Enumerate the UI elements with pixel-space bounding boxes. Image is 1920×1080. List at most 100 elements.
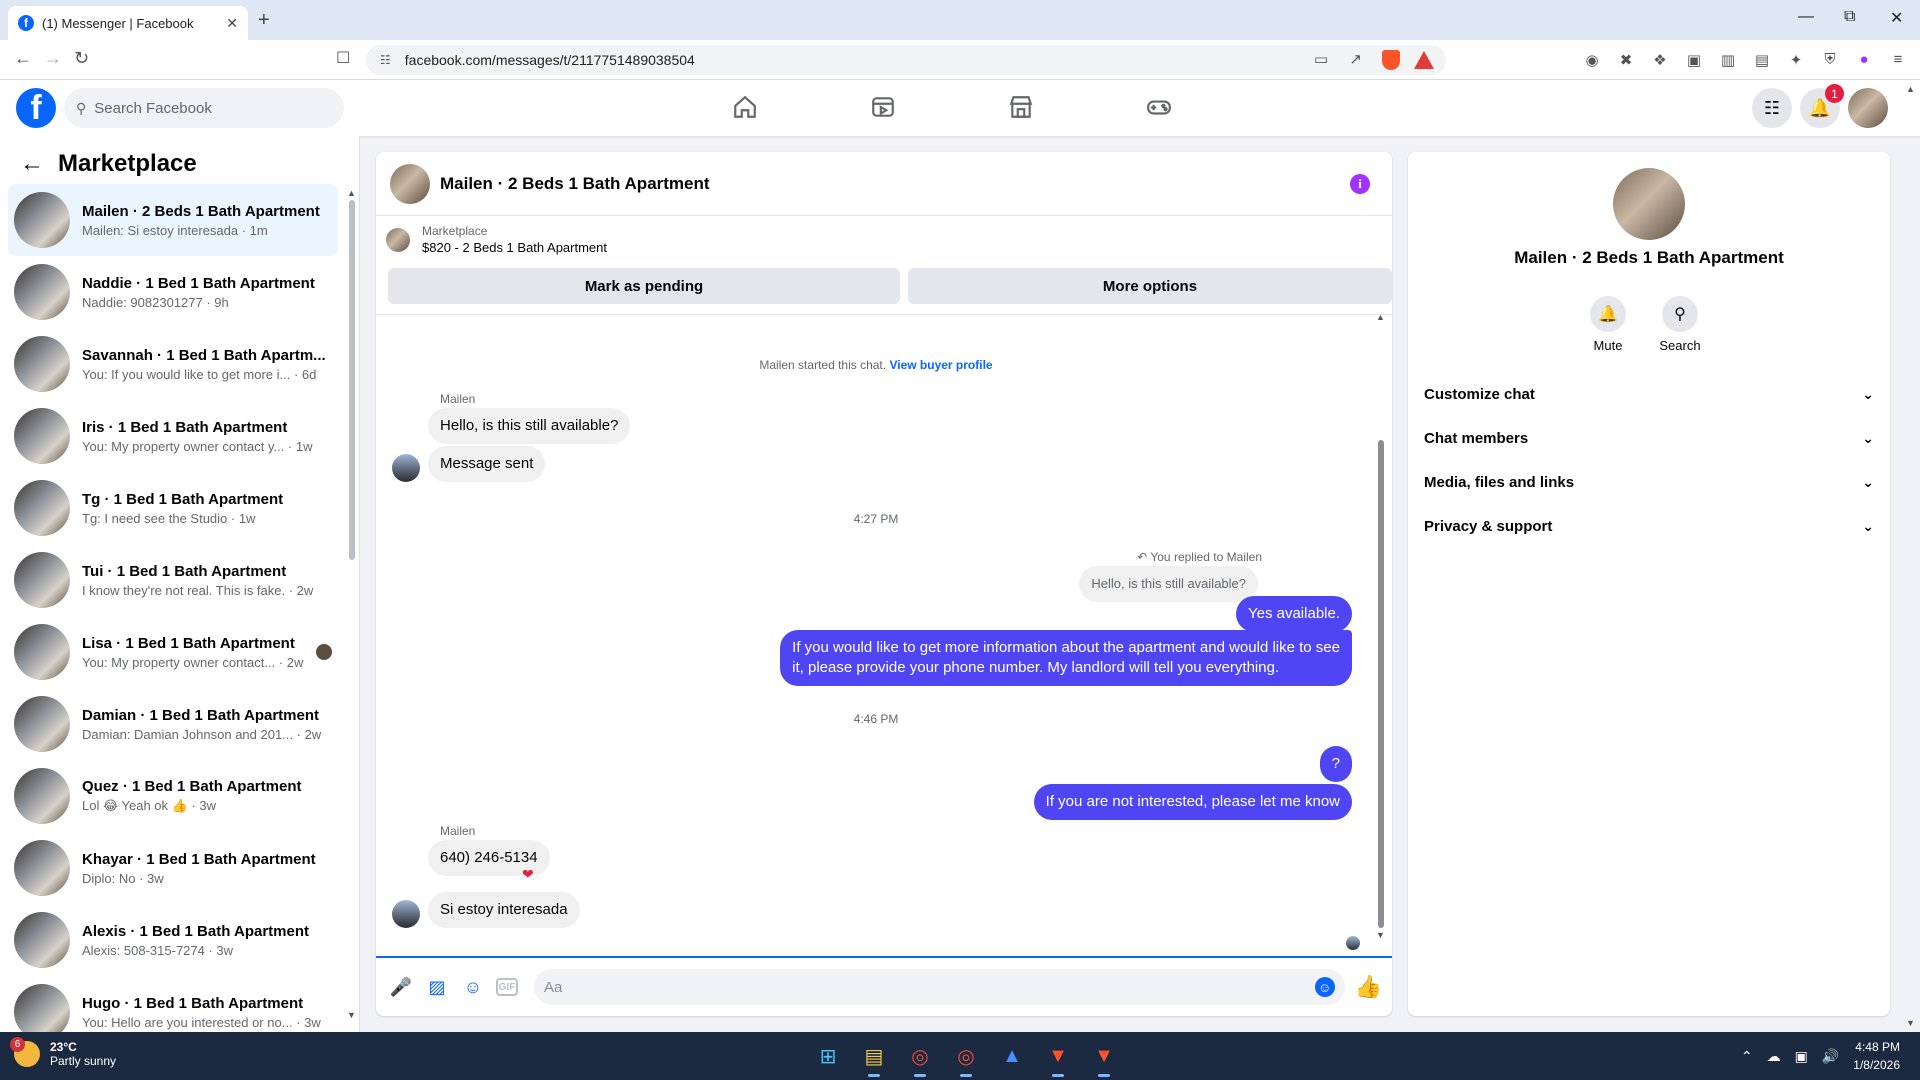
onedrive-icon[interactable]: ☁ xyxy=(1767,1048,1781,1065)
scrollbar-thumb[interactable] xyxy=(349,200,355,560)
chrome-icon[interactable]: ◎ xyxy=(904,1040,936,1077)
privacy-support-section[interactable]: Privacy & support ⌄ xyxy=(1424,506,1874,546)
minimize-icon[interactable]: — xyxy=(1798,8,1814,26)
extension-icon[interactable]: ◉ xyxy=(1582,51,1602,69)
address-bar[interactable]: ☷ facebook.com/messages/t/21177514890385… xyxy=(366,45,1446,75)
brave-browser-icon[interactable]: ▼ xyxy=(1042,1040,1074,1077)
maximize-icon[interactable]: ⧉ xyxy=(1844,8,1855,26)
file-explorer-icon[interactable]: ▤ xyxy=(858,1040,890,1077)
tab-capture-icon[interactable]: ▣ xyxy=(1684,51,1704,69)
bookmark-icon[interactable]: ☐ xyxy=(336,48,350,68)
more-options-button[interactable]: More options xyxy=(908,268,1392,304)
forward-icon[interactable]: → xyxy=(44,48,62,69)
tray-overflow-icon[interactable]: ⌃ xyxy=(1741,1048,1753,1065)
close-window-icon[interactable]: ✕ xyxy=(1890,8,1903,28)
sender-avatar[interactable] xyxy=(392,900,420,928)
menu-icon[interactable]: ≡ xyxy=(1888,51,1908,68)
extension-icon[interactable]: ✖ xyxy=(1616,51,1636,69)
chat-avatar[interactable] xyxy=(390,163,430,204)
back-icon[interactable]: ← xyxy=(14,48,32,69)
incoming-message[interactable]: Message sent xyxy=(428,446,546,482)
incoming-message[interactable]: Hello, is this still available? xyxy=(428,408,631,444)
outgoing-message[interactable]: If you are not interested, please let me… xyxy=(1033,784,1352,820)
network-icon[interactable]: ▣ xyxy=(1795,1048,1808,1065)
conversation-item[interactable]: Iris · 1 Bed 1 Bath Apartment You: My pro… xyxy=(8,400,338,472)
conversation-avatar[interactable] xyxy=(1613,168,1685,240)
browser-tab[interactable]: f (1) Messenger | Facebook ✕ xyxy=(8,6,248,40)
chrome-profile-icon[interactable]: ◎ xyxy=(950,1040,982,1077)
brave-shield-icon[interactable] xyxy=(1382,50,1400,73)
info-icon[interactable]: i xyxy=(1350,174,1370,194)
page-scroll-up-icon[interactable]: ▲ xyxy=(1906,84,1915,94)
thumbs-up-icon[interactable]: 👍 xyxy=(1355,974,1382,1000)
start-icon[interactable]: ⊞ xyxy=(812,1040,844,1072)
home-icon[interactable] xyxy=(730,94,760,122)
outgoing-message[interactable]: ? xyxy=(1319,746,1352,782)
scroll-up-icon[interactable]: ▲ xyxy=(347,188,356,198)
photo-icon[interactable]: ▨ xyxy=(424,974,450,1000)
vpn-icon[interactable]: ⛨ xyxy=(1820,51,1840,68)
conversation-item[interactable]: Mailen · 2 Beds 1 Bath Apartment Mailen: … xyxy=(8,184,338,256)
page-scroll-down-icon[interactable]: ▼ xyxy=(1906,1018,1915,1028)
cast-icon[interactable]: ▭ xyxy=(1314,50,1328,68)
account-avatar[interactable] xyxy=(1848,88,1888,128)
conversation-item[interactable]: Damian · 1 Bed 1 Bath Apartment Damian: D… xyxy=(8,688,338,760)
volume-icon[interactable]: 🔊 xyxy=(1822,1048,1839,1065)
scroll-up-icon[interactable]: ▲ xyxy=(1376,312,1385,322)
outgoing-message[interactable]: If you would like to get more informatio… xyxy=(780,630,1352,686)
notifications-button[interactable]: 🔔 1 xyxy=(1800,84,1844,128)
share-icon[interactable]: ↗ xyxy=(1349,50,1362,68)
app-icon[interactable]: ▲ xyxy=(996,1040,1028,1072)
url-text[interactable]: facebook.com/messages/t/2117751489038504 xyxy=(405,52,695,68)
scroll-down-icon[interactable]: ▼ xyxy=(1376,930,1385,940)
chat-scrollbar[interactable]: ▲ ▼ xyxy=(1376,312,1386,940)
profile-icon[interactable]: ● xyxy=(1854,51,1874,68)
gif-icon[interactable]: GIF xyxy=(496,978,518,996)
emoji-icon[interactable]: ☺ xyxy=(1314,977,1335,997)
menu-grid-button[interactable]: ☷ xyxy=(1752,88,1792,128)
microphone-icon[interactable]: 🎤 xyxy=(388,974,414,1000)
conversation-item[interactable]: Savannah · 1 Bed 1 Bath Apartm... You: If… xyxy=(8,328,338,400)
weather-widget[interactable]: 6 23°C Partly sunny xyxy=(10,1037,116,1068)
conversation-item[interactable]: Naddie · 1 Bed 1 Bath Apartment Naddie: 9… xyxy=(8,256,338,328)
extensions-puzzle-icon[interactable]: ❖ xyxy=(1650,51,1670,69)
search-input[interactable] xyxy=(94,99,315,117)
view-buyer-profile-link[interactable]: View buyer profile xyxy=(889,358,992,372)
incoming-message[interactable]: Si estoy interesada xyxy=(428,892,580,928)
conversation-item[interactable]: Tui · 1 Bed 1 Bath Apartment I know they'… xyxy=(8,544,338,616)
heart-reaction-icon[interactable]: ❤ xyxy=(522,866,534,883)
outgoing-message[interactable]: Yes available. xyxy=(1235,596,1352,632)
clock[interactable]: 4:48 PM 1/8/2026 xyxy=(1853,1038,1900,1074)
media-files-links-section[interactable]: Media, files and links ⌄ xyxy=(1424,462,1874,502)
back-arrow-icon[interactable]: ← xyxy=(20,150,44,178)
mute-button[interactable]: 🔔 Mute xyxy=(1578,296,1638,353)
brave-browser-profile-icon[interactable]: ▼ xyxy=(1088,1040,1120,1077)
conversation-item[interactable]: Khayar · 1 Bed 1 Bath Apartment Diplo: No… xyxy=(8,832,338,904)
leo-ai-icon[interactable]: ✦ xyxy=(1786,51,1806,69)
chat-members-section[interactable]: Chat members ⌄ xyxy=(1424,418,1874,458)
sidebar-scrollbar[interactable]: ▲ ▼ xyxy=(347,188,356,1020)
chat-title[interactable]: Mailen · 2 Beds 1 Bath Apartment xyxy=(440,174,710,194)
site-info-icon[interactable]: ☷ xyxy=(380,53,391,67)
customize-chat-section[interactable]: Customize chat ⌄ xyxy=(1424,374,1874,414)
gaming-icon[interactable] xyxy=(1144,94,1174,122)
scrollbar-thumb[interactable] xyxy=(1378,440,1384,928)
conversation-item[interactable]: Lisa · 1 Bed 1 Bath Apartment You: My pro… xyxy=(8,616,338,688)
search-conversation-button[interactable]: ⚲ Search xyxy=(1650,296,1710,353)
new-tab-button[interactable]: + xyxy=(258,9,270,32)
sender-avatar[interactable] xyxy=(392,454,420,482)
sticker-icon[interactable]: ☺ xyxy=(460,974,486,1000)
conversation-item[interactable]: Alexis · 1 Bed 1 Bath Apartment Alexis: 5… xyxy=(8,904,338,976)
sidebar-icon[interactable]: ▥ xyxy=(1718,51,1738,69)
conversation-item[interactable]: Tg · 1 Bed 1 Bath Apartment Tg: I need se… xyxy=(8,472,338,544)
wallet-icon[interactable]: ▤ xyxy=(1752,51,1772,69)
conversation-item[interactable]: Quez · 1 Bed 1 Bath Apartment Lol 😂 Yeah … xyxy=(8,760,338,832)
facebook-search[interactable]: ⚲ xyxy=(64,88,344,128)
mark-as-pending-button[interactable]: Mark as pending xyxy=(388,268,900,304)
marketplace-icon[interactable] xyxy=(1006,94,1036,122)
facebook-logo[interactable]: f xyxy=(16,88,56,128)
message-input-box[interactable]: ☺ xyxy=(534,969,1345,1005)
listing-summary[interactable]: Marketplace $820 - 2 Beds 1 Bath Apartme… xyxy=(386,224,607,255)
brave-rewards-icon[interactable] xyxy=(1414,51,1434,72)
scroll-down-icon[interactable]: ▼ xyxy=(347,1010,356,1020)
